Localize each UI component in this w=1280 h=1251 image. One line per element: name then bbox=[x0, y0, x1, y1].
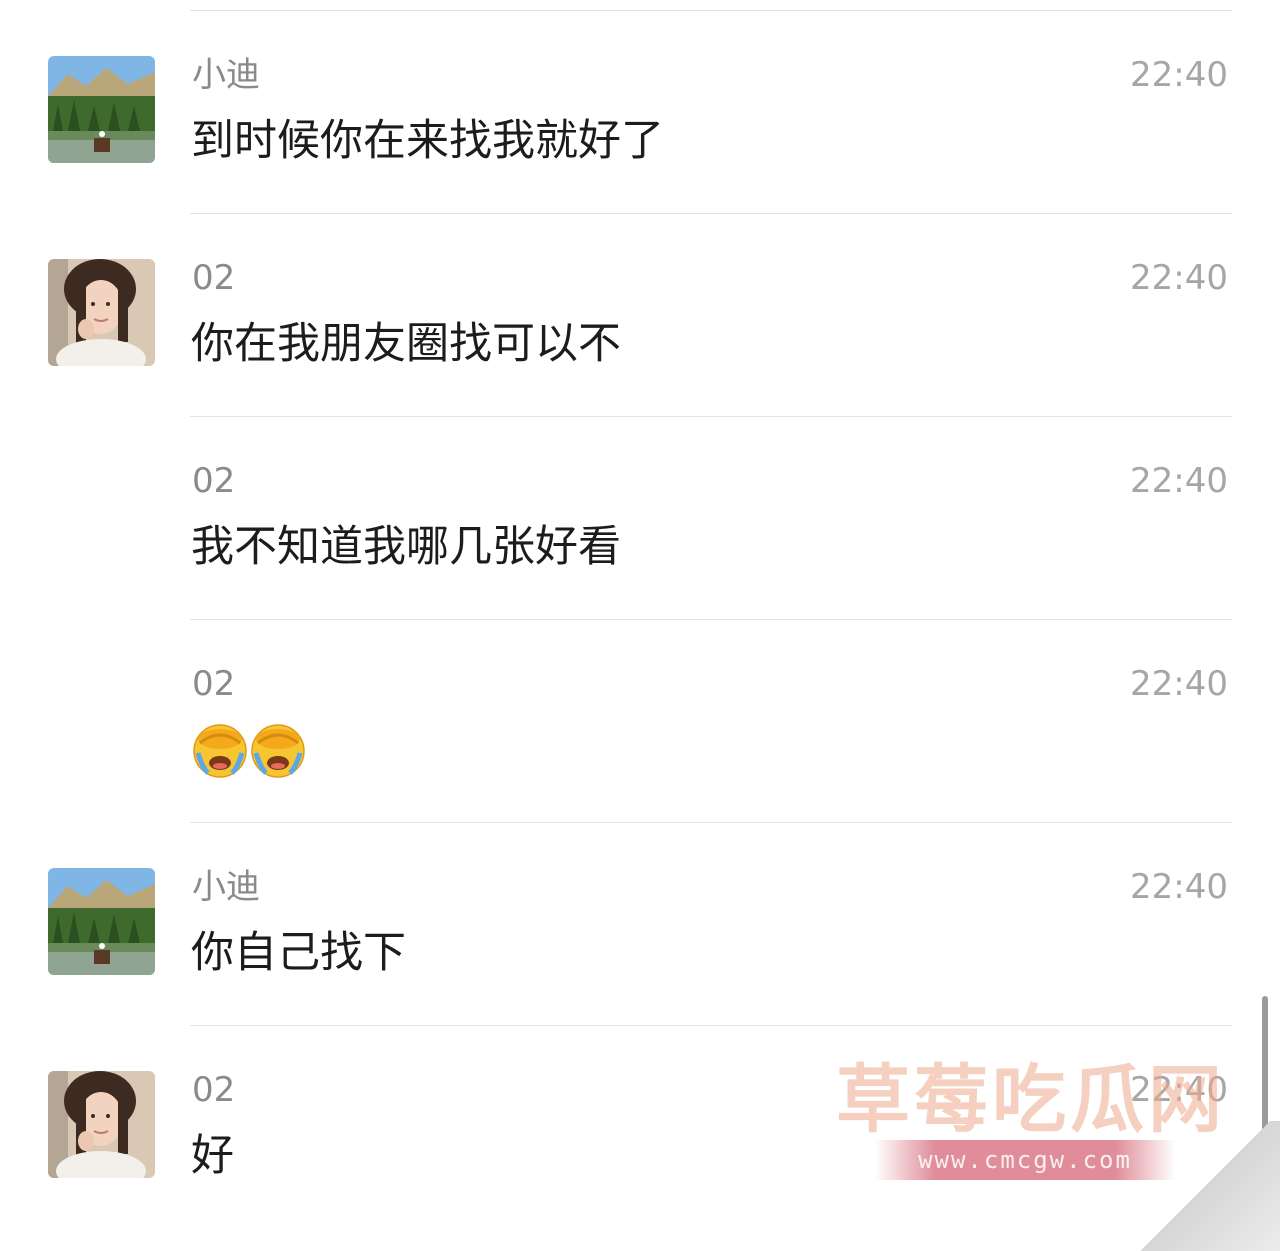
message-row[interactable]: 小迪 22:40 到时候你在来找我就好了 bbox=[0, 11, 1280, 214]
sender-name: 02 bbox=[192, 664, 236, 704]
message-text: 好 bbox=[191, 1131, 234, 1181]
message-text: 你自己找下 bbox=[191, 928, 406, 978]
message-time: 22:40 bbox=[1130, 664, 1228, 704]
woman-avatar-icon[interactable] bbox=[48, 1071, 155, 1178]
sender-name: 小迪 bbox=[192, 55, 260, 95]
emoji-line bbox=[192, 723, 306, 779]
sender-name: 02 bbox=[192, 258, 236, 298]
message-row[interactable]: 02 22:40 我不知道我哪几张好看 bbox=[0, 417, 1280, 620]
scrollbar[interactable] bbox=[1262, 996, 1268, 1136]
landscape-avatar-icon[interactable] bbox=[48, 56, 155, 163]
sender-name: 02 bbox=[192, 461, 236, 501]
message-time: 22:40 bbox=[1130, 55, 1228, 95]
landscape-avatar-icon[interactable] bbox=[48, 868, 155, 975]
message-text: 我不知道我哪几张好看 bbox=[191, 522, 621, 572]
message-row[interactable]: 02 22:40 你在我朋友圈找可以不 bbox=[0, 214, 1280, 417]
sender-name: 02 bbox=[192, 1070, 236, 1110]
message-time: 22:40 bbox=[1130, 258, 1228, 298]
message-time: 22:40 bbox=[1130, 461, 1228, 501]
message-text: 你在我朋友圈找可以不 bbox=[191, 319, 621, 369]
message-row[interactable]: 小迪 22:40 你自己找下 bbox=[0, 823, 1280, 1026]
sender-name: 小迪 bbox=[192, 867, 260, 907]
facepalm-crying-emoji bbox=[193, 724, 247, 778]
page-corner-fold bbox=[1130, 1121, 1280, 1251]
woman-avatar-icon[interactable] bbox=[48, 259, 155, 366]
facepalm-crying-emoji bbox=[251, 724, 305, 778]
message-time: 22:40 bbox=[1130, 867, 1228, 907]
message-text: 到时候你在来找我就好了 bbox=[191, 116, 664, 166]
message-row[interactable]: 02 22:40 bbox=[0, 620, 1280, 823]
